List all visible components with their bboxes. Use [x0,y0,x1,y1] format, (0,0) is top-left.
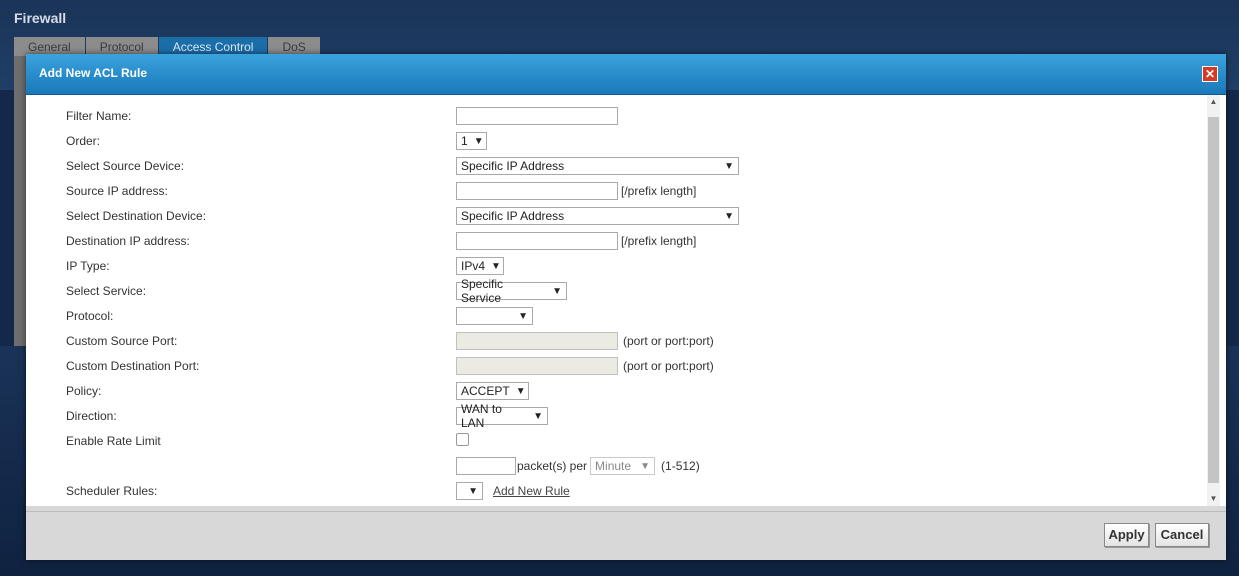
apply-button[interactable]: Apply [1104,523,1149,547]
chevron-down-icon: ▼ [468,485,478,497]
dialog-header: Add New ACL Rule ✕ [26,54,1226,95]
rate-period-value: Minute [595,459,632,473]
filter-name-input[interactable] [456,107,618,125]
custom-source-port-input[interactable] [456,332,618,350]
filter-name-label: Filter Name: [66,109,132,123]
service-value: Specific Service [461,277,504,305]
scroll-down-icon[interactable]: ▼ [1207,492,1220,506]
dest-device-value: Specific IP Address [461,209,565,223]
direction-value: WAN to LAN [461,402,502,430]
rate-packets-input[interactable] [456,457,516,475]
protocol-select[interactable]: ▼ [456,307,533,325]
dest-ip-hint: [/prefix length] [621,234,697,248]
scrollbar-thumb[interactable] [1208,117,1219,483]
row-scheduler: Scheduler Rules: ▼ Add New Rule [66,481,1196,501]
ip-type-select[interactable]: IPv4 ▼ [456,257,504,275]
row-direction: Direction: WAN to LAN ▼ [66,402,1196,430]
scheduler-select[interactable]: ▼ [456,482,483,500]
row-ip-type: IP Type: IPv4 ▼ [66,256,1196,276]
policy-value: ACCEPT [461,384,510,398]
source-ip-input[interactable] [456,182,618,200]
dest-device-label: Select Destination Device: [66,209,207,223]
custom-dest-port-hint: (port or port:port) [623,359,714,373]
row-rate: packet(s) per Minute ▼ (1-512) [66,456,1196,476]
policy-label: Policy: [66,384,102,398]
rate-limit-checkbox[interactable] [456,432,469,446]
dest-ip-label: Destination IP address: [66,234,190,248]
source-device-select[interactable]: Specific IP Address ▼ [456,157,739,175]
source-device-label: Select Source Device: [66,159,185,173]
row-dest-ip: Destination IP address: [/prefix length] [66,231,1196,251]
scroll-up-icon[interactable]: ▲ [1207,95,1220,109]
dialog-title: Add New ACL Rule [39,66,148,80]
rate-range-text: (1-512) [661,459,700,473]
order-label: Order: [66,134,101,148]
custom-dest-port-input[interactable] [456,357,618,375]
custom-source-port-label: Custom Source Port: [66,334,178,348]
policy-select[interactable]: ACCEPT ▼ [456,382,529,400]
content-scrollbar[interactable]: ▲ ▼ [1207,95,1220,506]
source-ip-label: Source IP address: [66,184,168,198]
rate-unit-text: packet(s) per [517,459,588,473]
chevron-down-icon: ▼ [724,210,734,222]
chevron-down-icon: ▼ [491,260,501,272]
service-label: Select Service: [66,284,147,298]
scheduler-label: Scheduler Rules: [66,484,158,498]
ip-type-value: IPv4 [461,259,486,273]
chevron-down-icon: ▼ [533,410,543,422]
chevron-down-icon: ▼ [724,160,734,172]
close-icon[interactable]: ✕ [1202,66,1218,82]
ip-type-label: IP Type: [66,259,110,273]
custom-dest-port-label: Custom Destination Port: [66,359,200,373]
row-custom-source-port: Custom Source Port: (port or port:port) [66,331,1196,351]
row-dest-device: Select Destination Device: Specific IP A… [66,206,1196,226]
row-policy: Policy: ACCEPT ▼ [66,381,1196,401]
chevron-down-icon: ▼ [518,310,528,322]
row-custom-dest-port: Custom Destination Port: (port or port:p… [66,356,1196,376]
dialog-content: Filter Name: Order: 1 ▼ Select Source Dev… [26,95,1226,506]
row-service: Select Service: Specific Service ▼ [66,277,1196,305]
source-ip-hint: [/prefix length] [621,184,697,198]
dest-ip-input[interactable] [456,232,618,250]
row-order: Order: 1 ▼ [66,131,1196,151]
add-acl-rule-dialog: Add New ACL Rule ✕ Filter Name: Order: 1… [26,54,1226,560]
direction-select[interactable]: WAN to LAN ▼ [456,402,548,430]
row-source-device: Select Source Device: Specific IP Addres… [66,156,1196,176]
add-new-rule-link[interactable]: Add New Rule [493,484,570,498]
page-title: Firewall [14,10,67,26]
cancel-button[interactable]: Cancel [1155,523,1209,547]
row-filter-name: Filter Name: [66,106,1196,126]
row-rate-limit: Enable Rate Limit [66,431,1196,451]
order-select[interactable]: 1 ▼ [456,132,487,150]
protocol-label: Protocol: [66,309,114,323]
source-device-value: Specific IP Address [461,159,565,173]
chevron-down-icon: ▼ [552,285,562,297]
dest-device-select[interactable]: Specific IP Address ▼ [456,207,739,225]
order-select-value: 1 [461,134,468,148]
direction-label: Direction: [66,409,117,423]
row-protocol: Protocol: ▼ [66,306,1196,326]
service-select[interactable]: Specific Service ▼ [456,277,567,305]
rate-period-select[interactable]: Minute ▼ [590,457,656,475]
chevron-down-icon: ▼ [473,135,484,147]
footer-divider [26,511,1226,512]
row-source-ip: Source IP address: [/prefix length] [66,181,1196,201]
rate-limit-label: Enable Rate Limit [66,434,161,448]
chevron-down-icon: ▼ [640,460,651,472]
chevron-down-icon: ▼ [515,385,526,397]
custom-source-port-hint: (port or port:port) [623,334,714,348]
